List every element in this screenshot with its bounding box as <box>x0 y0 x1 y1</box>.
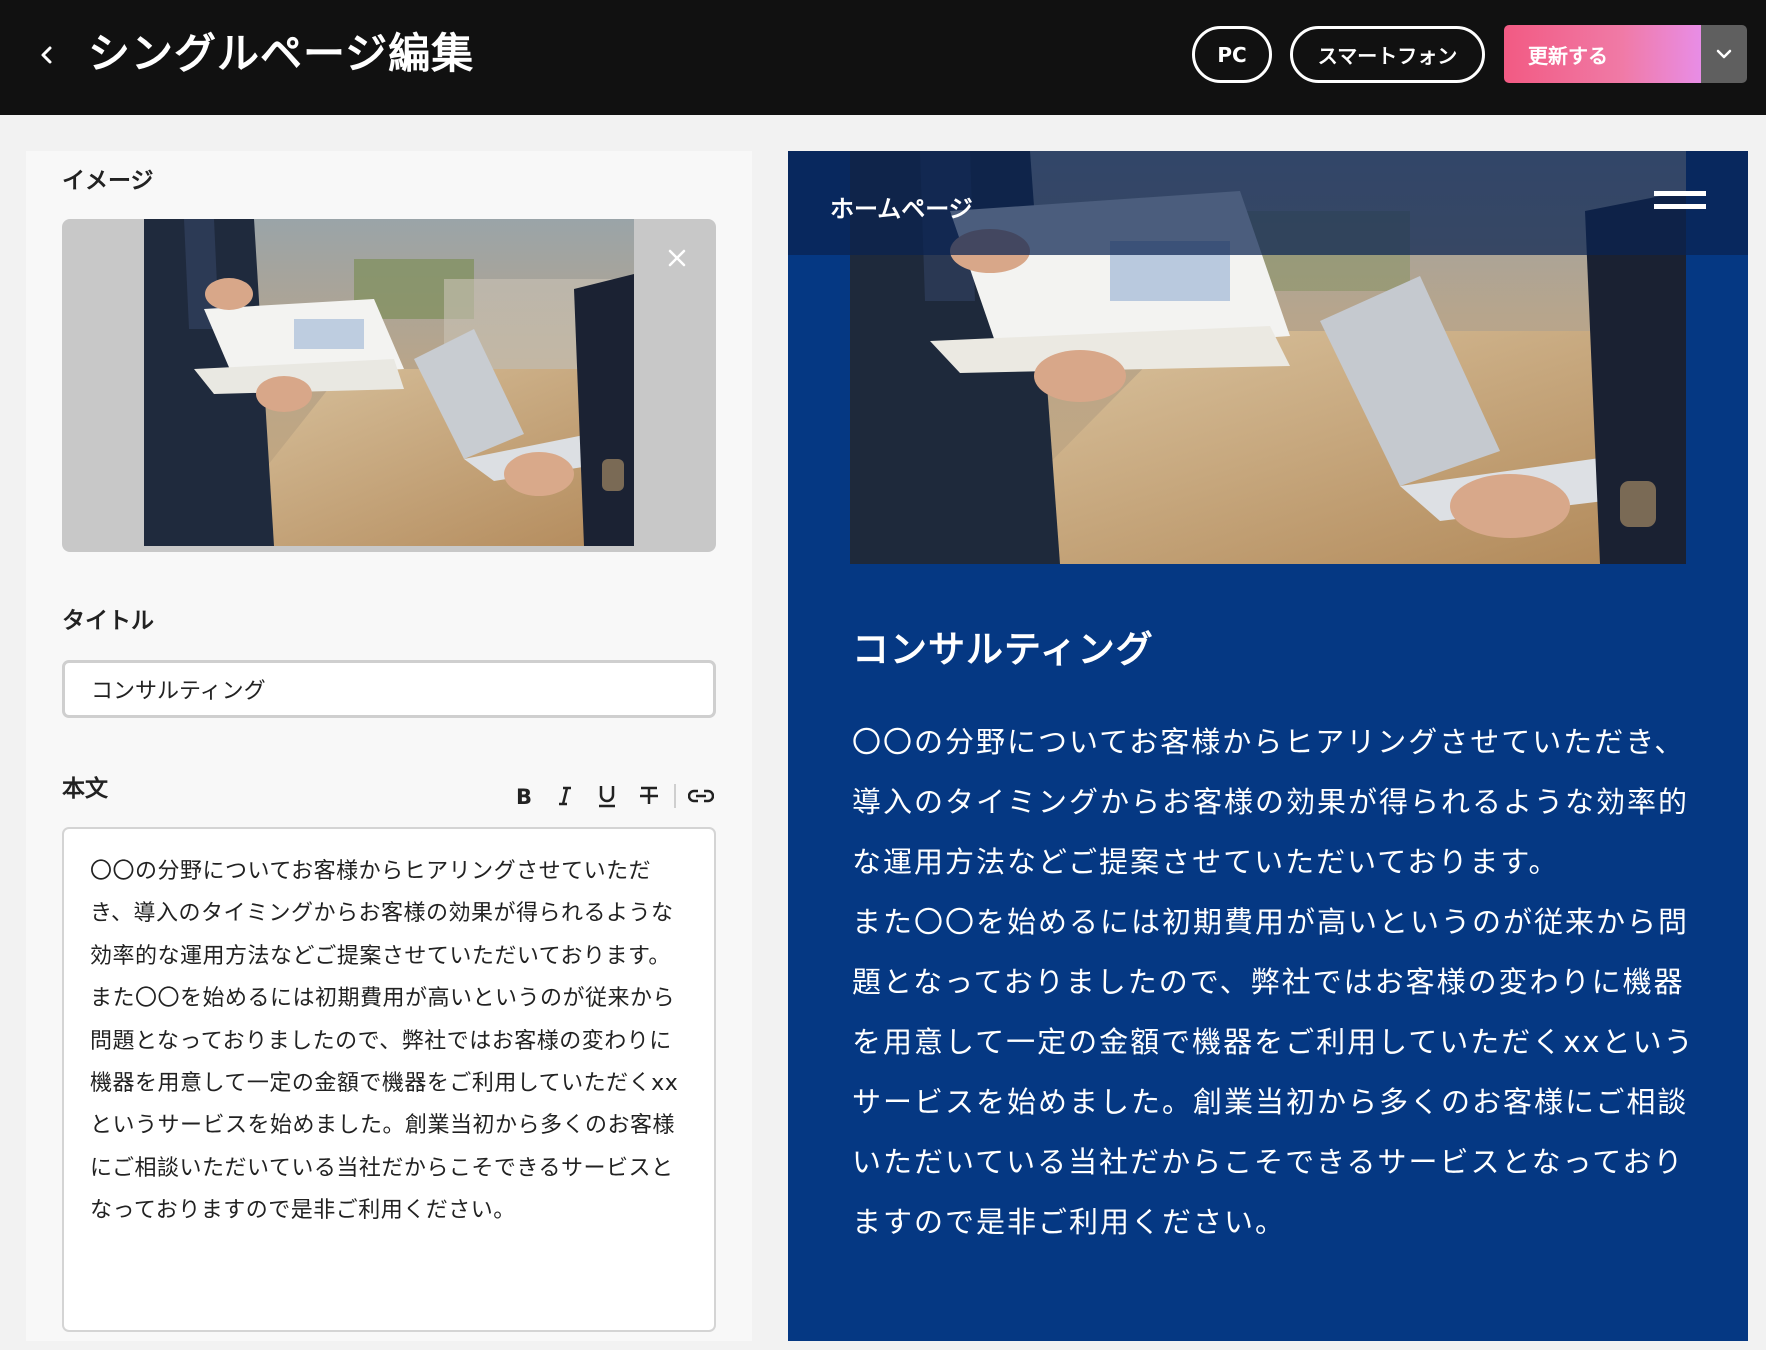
update-button[interactable]: 更新する <box>1504 25 1701 83</box>
italic-button[interactable] <box>544 777 586 815</box>
body-textarea[interactable]: 〇〇の分野についてお客様からヒアリングさせていただき、導入のタイミングからお客様… <box>62 827 716 1332</box>
chevron-down-icon <box>1716 49 1732 59</box>
image-label: イメージ <box>62 168 154 194</box>
preview-panel: ホームページ コンサルティング 〇〇の分野についてお客様からヒアリングさせていた… <box>788 151 1748 1341</box>
preview-title: コンサルティング <box>852 628 1154 671</box>
preview-navigation-bar: ホームページ <box>788 151 1748 255</box>
underline-icon <box>599 786 615 808</box>
page-title: シングルページ編集 <box>88 29 475 78</box>
pc-view-button[interactable]: PC <box>1192 26 1272 83</box>
title-label: タイトル <box>62 608 154 634</box>
preview-body-text: 〇〇の分野についてお客様からヒアリングさせていただき、導入のタイミングからお客様… <box>852 725 1695 1239</box>
image-upload-area[interactable] <box>62 219 716 552</box>
image-thumbnail <box>144 219 634 546</box>
remove-image-button[interactable] <box>660 241 694 275</box>
close-icon <box>668 249 686 267</box>
hamburger-menu-icon[interactable] <box>1654 191 1706 215</box>
title-input[interactable] <box>62 660 716 718</box>
strikethrough-button[interactable] <box>628 777 670 815</box>
office-photo-image <box>144 219 634 546</box>
back-button[interactable] <box>30 38 64 72</box>
preview-site-name[interactable]: ホームページ <box>830 189 973 224</box>
smartphone-view-button[interactable]: スマートフォン <box>1290 26 1485 83</box>
bold-icon: B <box>516 785 532 807</box>
chevron-left-icon <box>41 46 52 64</box>
toolbar-separator <box>674 784 676 808</box>
body-label: 本文 <box>62 776 108 802</box>
strikethrough-icon <box>640 786 658 804</box>
italic-icon <box>559 786 571 806</box>
link-button[interactable] <box>680 777 722 815</box>
update-dropdown-button[interactable] <box>1701 25 1747 83</box>
text-format-toolbar: B <box>502 777 722 815</box>
editor-panel: イメージ タイトル コンサルティング 本文 B 〇〇の分野についてお客様からヒア… <box>26 151 752 1341</box>
top-bar: シングルページ編集 PC スマートフォン 更新する <box>0 0 1766 115</box>
bold-button[interactable]: B <box>502 777 544 815</box>
link-icon <box>688 789 714 803</box>
underline-button[interactable] <box>586 777 628 815</box>
svg-text:B: B <box>516 785 532 807</box>
